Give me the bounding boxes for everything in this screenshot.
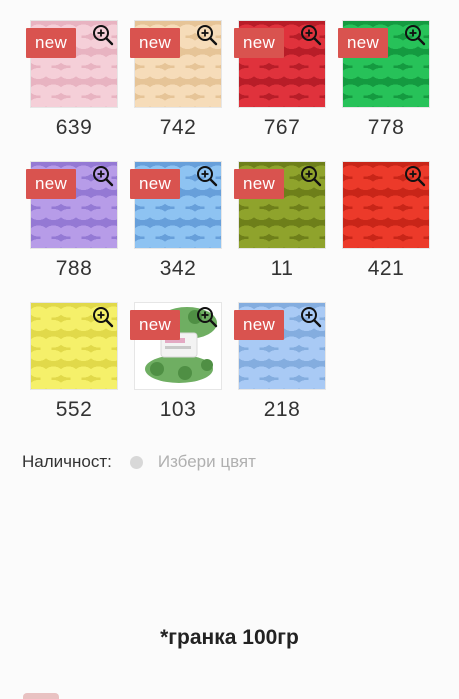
- zoom-in-icon[interactable]: [91, 305, 115, 329]
- swatch-code-label: 742: [159, 116, 197, 139]
- availability-status-dot: [129, 455, 143, 469]
- color-swatch-421[interactable]: 421: [342, 141, 430, 281]
- skein-weight-note: *гранка 100гр: [160, 626, 299, 649]
- color-swatch-218[interactable]: new 218: [234, 282, 326, 422]
- swatch-code-label: 788: [55, 257, 93, 280]
- swatch-code-label: 103: [159, 398, 197, 421]
- color-swatch-11[interactable]: new 11: [234, 141, 326, 281]
- new-badge: new: [234, 310, 284, 340]
- availability-label: Наличност:: [22, 452, 112, 471]
- new-badge: new: [130, 310, 180, 340]
- swatch-code-label: 767: [263, 116, 301, 139]
- zoom-in-icon[interactable]: [299, 305, 323, 329]
- color-swatch-552[interactable]: 552: [30, 282, 118, 422]
- swatch-code-label: 639: [55, 116, 93, 139]
- color-swatch-788[interactable]: new 788: [26, 141, 118, 281]
- availability-row: Наличност: Избери цвят: [22, 449, 256, 475]
- zoom-in-icon[interactable]: [195, 164, 219, 188]
- new-badge: new: [234, 28, 284, 58]
- new-badge: new: [338, 28, 388, 58]
- swatch-code-label: 11: [270, 257, 294, 280]
- zoom-in-icon[interactable]: [195, 23, 219, 47]
- availability-value: Избери цвят: [157, 452, 256, 471]
- new-badge: new: [26, 169, 76, 199]
- new-badge: new: [234, 169, 284, 199]
- zoom-in-icon[interactable]: [195, 305, 219, 329]
- swatch-code-label: 552: [55, 398, 93, 421]
- color-swatch-778[interactable]: new 778: [338, 0, 430, 140]
- zoom-in-icon[interactable]: [299, 23, 323, 47]
- color-swatch-103[interactable]: new 103: [130, 282, 222, 422]
- swatch-code-label: 421: [367, 257, 405, 280]
- new-badge: new: [130, 28, 180, 58]
- swatch-code-label: 218: [263, 398, 301, 421]
- zoom-in-icon[interactable]: [299, 164, 323, 188]
- zoom-in-icon[interactable]: [403, 164, 427, 188]
- new-badge: new: [26, 28, 76, 58]
- zoom-in-icon[interactable]: [403, 23, 427, 47]
- color-swatch-639[interactable]: new 639: [26, 0, 118, 140]
- color-swatch-767[interactable]: new 767: [234, 0, 326, 140]
- color-swatch-342[interactable]: new 342: [130, 141, 222, 281]
- zoom-in-icon[interactable]: [91, 164, 115, 188]
- swatch-code-label: 778: [367, 116, 405, 139]
- color-swatch-742[interactable]: new 742: [130, 0, 222, 140]
- zoom-in-icon[interactable]: [91, 23, 115, 47]
- swatch-code-label: 342: [159, 257, 197, 280]
- bottom-partial-element: [23, 693, 59, 699]
- new-badge: new: [130, 169, 180, 199]
